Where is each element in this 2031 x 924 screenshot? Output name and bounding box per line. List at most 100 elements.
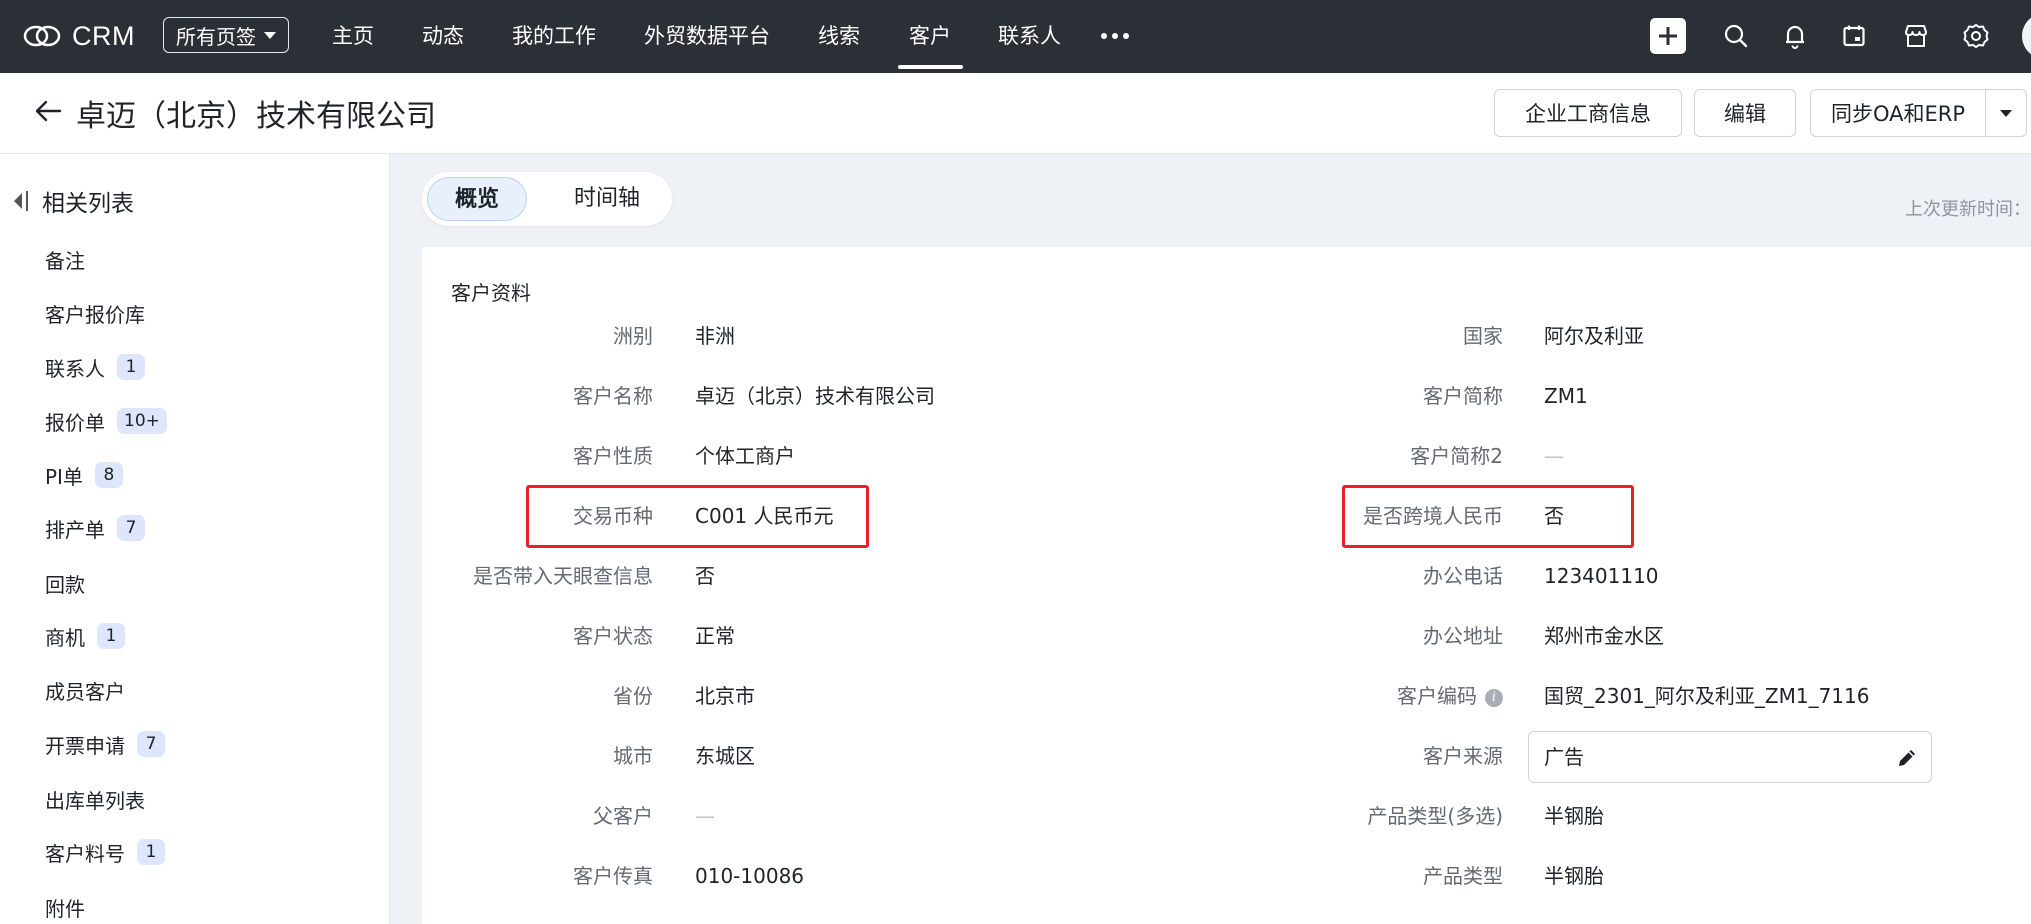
chevron-down-icon	[2000, 109, 2012, 117]
sidebar-item-contacts[interactable]: 联系人 1	[45, 350, 145, 384]
count-badge: 7	[137, 731, 165, 757]
related-list-title: 相关列表	[42, 191, 134, 217]
sidebar-item-notes[interactable]: 备注	[45, 242, 85, 276]
field-label-parent-customer: 父客户	[593, 804, 653, 828]
field-value-fax: 010-10086	[695, 864, 805, 888]
field-label-status: 客户状态	[573, 624, 653, 648]
sidebar-item-production[interactable]: 排产单 7	[45, 511, 145, 545]
sidebar-item-outbound-list[interactable]: 出库单列表	[45, 782, 145, 816]
sync-oa-erp-button[interactable]: 同步OA和ERP	[1810, 89, 1986, 137]
last-update-label: 上次更新时间：	[1905, 199, 2031, 220]
nav-leads[interactable]: 线索	[818, 18, 860, 54]
field-value-continent: 非洲	[695, 324, 735, 348]
field-label-customer-name: 客户名称	[573, 384, 653, 408]
field-label-short-name-2: 客户简称2	[1410, 444, 1503, 468]
field-label-office-address: 办公地址	[1423, 624, 1503, 648]
sidebar-item-quotes[interactable]: 报价单 10+	[45, 404, 167, 438]
nav-trade-data[interactable]: 外贸数据平台	[644, 18, 770, 54]
nav-activity[interactable]: 动态	[422, 18, 464, 54]
edit-button[interactable]: 编辑	[1694, 89, 1796, 137]
customer-code-label: 客户编码	[1397, 684, 1477, 708]
related-list-header[interactable]: 相关列表	[14, 184, 134, 218]
field-label-tianyancha: 是否带入天眼查信息	[473, 564, 653, 588]
field-label-customer-code: 客户编码 i	[1397, 681, 1503, 711]
sidebar-item-attachments[interactable]: 附件	[45, 890, 85, 924]
count-badge: 1	[137, 839, 165, 865]
field-value-customer-type: 个体工商户	[695, 444, 795, 468]
bell-icon[interactable]	[1777, 18, 1813, 54]
pencil-icon[interactable]	[1895, 746, 1919, 770]
field-value-province: 北京市	[695, 684, 755, 708]
field-value-city: 东城区	[695, 744, 755, 768]
field-value-status: 正常	[695, 624, 735, 648]
nav-contacts[interactable]: 联系人	[998, 18, 1061, 54]
avatar[interactable]	[2022, 13, 2031, 59]
field-label-province: 省份	[613, 684, 653, 708]
count-badge: 1	[97, 623, 125, 649]
info-icon[interactable]: i	[1485, 688, 1503, 707]
nav-customers[interactable]: 客户	[909, 18, 951, 54]
page-title: 卓迈（北京）技术有限公司	[76, 99, 436, 134]
sync-dropdown-button[interactable]	[1985, 89, 2027, 137]
more-icon[interactable]	[1101, 18, 1129, 54]
sidebar-item-payments[interactable]: 回款	[45, 566, 85, 600]
field-value-source: 广告	[1544, 745, 1584, 769]
field-label-product-types: 产品类型(多选)	[1367, 804, 1503, 828]
field-label-fax: 客户传真	[573, 864, 653, 888]
sidebar-item-part-numbers[interactable]: 客户料号 1	[45, 835, 165, 869]
record-header: 卓迈（北京）技术有限公司 企业工商信息 编辑 同步OA和ERP	[0, 73, 2031, 154]
field-value-office-phone: 123401110	[1544, 564, 1659, 588]
back-arrow-icon[interactable]	[32, 95, 64, 127]
section-title: 客户资料	[451, 281, 531, 305]
source-edit-field[interactable]: 广告	[1528, 731, 1932, 783]
count-badge: 1	[117, 354, 145, 380]
tag-selector[interactable]: 所有页签	[163, 17, 289, 53]
collapse-icon	[14, 193, 22, 209]
crm-logo[interactable]: CRM	[22, 18, 135, 54]
store-icon[interactable]	[1898, 18, 1934, 54]
field-label-continent: 洲别	[613, 324, 653, 348]
sidebar-item-member-customers[interactable]: 成员客户	[45, 673, 125, 707]
field-value-country: 阿尔及利亚	[1544, 324, 1644, 348]
search-icon[interactable]	[1718, 18, 1754, 54]
nav-home[interactable]: 主页	[332, 18, 374, 54]
field-value-short-name: ZM1	[1544, 384, 1588, 408]
field-value-customer-name: 卓迈（北京）技术有限公司	[695, 384, 935, 408]
view-tabs: 概览 时间轴	[422, 172, 672, 226]
sidebar-item-pi[interactable]: PI单 8	[45, 458, 123, 492]
field-label-office-phone: 办公电话	[1423, 564, 1503, 588]
business-info-button[interactable]: 企业工商信息	[1494, 89, 1682, 137]
field-label-short-name: 客户简称	[1423, 384, 1503, 408]
field-label-source: 客户来源	[1423, 744, 1503, 768]
tab-timeline[interactable]: 时间轴	[562, 177, 652, 221]
logo-icon	[23, 25, 61, 47]
brand-name: CRM	[72, 20, 135, 51]
tag-selector-label: 所有页签	[176, 24, 256, 49]
sidebar-item-quote-library[interactable]: 客户报价库	[45, 296, 145, 330]
highlight-box-currency	[526, 485, 869, 548]
count-badge: 8	[94, 462, 123, 488]
top-nav-bar: CRM 所有页签 主页 动态 我的工作 外贸数据平台 线索 客户 联系人	[0, 0, 2031, 73]
field-value-tianyancha: 否	[695, 564, 715, 588]
tab-overview[interactable]: 概览	[427, 177, 527, 221]
nav-my-work[interactable]: 我的工作	[512, 18, 596, 54]
gear-icon[interactable]	[1958, 18, 1994, 54]
field-label-customer-type: 客户性质	[573, 444, 653, 468]
field-label-city: 城市	[613, 744, 653, 768]
field-value-customer-code: 国贸_2301_阿尔及利亚_ZM1_7116	[1544, 684, 1870, 708]
sidebar-item-invoice-requests[interactable]: 开票申请 7	[45, 727, 165, 761]
field-value-parent-customer: —	[695, 804, 715, 828]
sidebar-item-opportunities[interactable]: 商机 1	[45, 619, 125, 653]
nav-active-indicator	[898, 65, 963, 69]
field-value-product-types: 半钢胎	[1544, 804, 1604, 828]
field-value-product-type: 半钢胎	[1544, 864, 1604, 888]
field-value-office-address: 郑州市金水区	[1544, 624, 1664, 648]
field-label-country: 国家	[1463, 324, 1503, 348]
field-value-short-name-2: —	[1544, 444, 1564, 468]
highlight-box-cross-border	[1342, 485, 1634, 548]
chevron-down-icon	[264, 31, 276, 39]
plus-icon[interactable]	[1650, 18, 1686, 54]
count-badge: 7	[117, 515, 145, 541]
field-label-product-type: 产品类型	[1423, 864, 1503, 888]
calendar-icon[interactable]	[1836, 18, 1872, 54]
